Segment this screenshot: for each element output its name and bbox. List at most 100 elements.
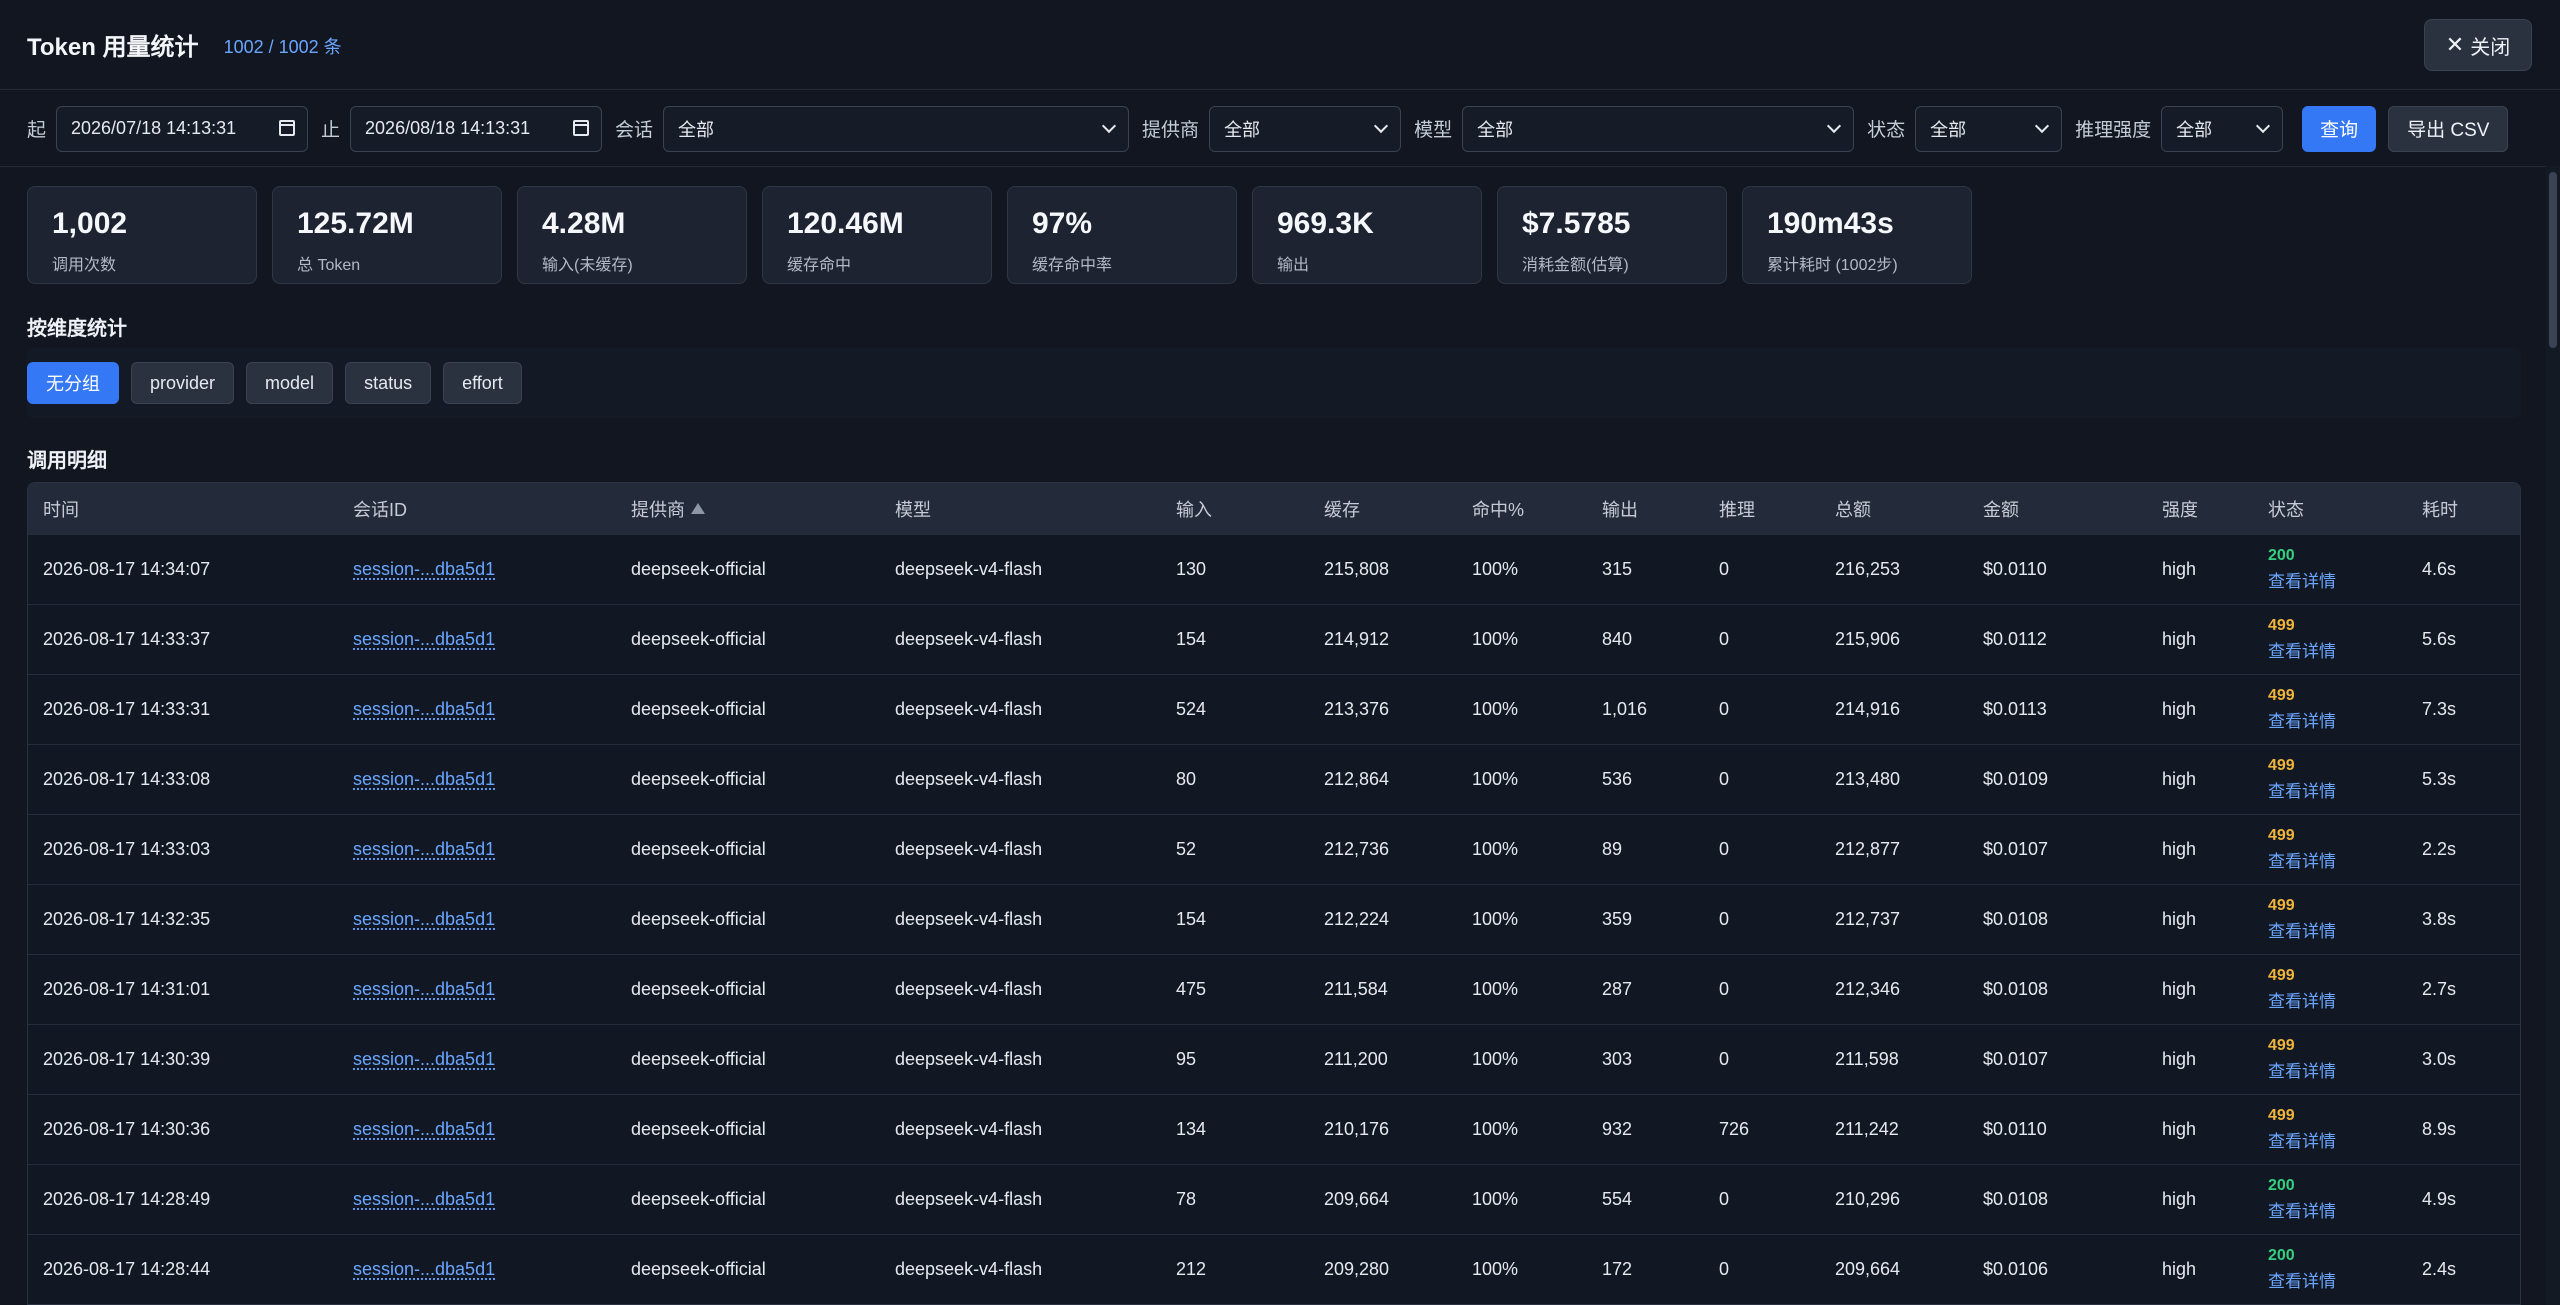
- view-detail-link[interactable]: 查看详情: [2268, 1127, 2336, 1152]
- cell-session-id: session-...dba5d1: [353, 1235, 495, 1304]
- cell-total: 212,346: [1835, 979, 1901, 999]
- session-select[interactable]: 全部: [663, 105, 1130, 152]
- group-status-button[interactable]: status: [345, 362, 432, 404]
- header-col-provider[interactable]: 提供商: [631, 483, 705, 534]
- cell-duration: 4.6s: [2422, 559, 2457, 579]
- header-col-duration[interactable]: 耗时: [2422, 483, 2458, 534]
- session-link[interactable]: session-...dba5d1: [353, 559, 495, 580]
- cell-model: deepseek-v4-flash: [895, 559, 1043, 579]
- cell-duration: 2.7s: [2422, 979, 2457, 999]
- header-col-status[interactable]: 状态: [2268, 483, 2304, 534]
- cell-reasoning: 0: [1719, 629, 1730, 649]
- cell-output: 359: [1602, 909, 1633, 929]
- view-detail-link[interactable]: 查看详情: [2268, 917, 2336, 942]
- header-col-cost[interactable]: 金额: [1983, 483, 2019, 534]
- header-label: 输入: [1176, 499, 1212, 520]
- group-effort-button[interactable]: effort: [443, 362, 522, 404]
- scrollbar-thumb[interactable]: [2549, 172, 2557, 348]
- table-row: 2026-08-17 14:31:01 session-...dba5d1 deep…: [28, 954, 2520, 1024]
- status-code: 200: [2268, 547, 2295, 564]
- session-link[interactable]: session-...dba5d1: [353, 769, 495, 790]
- header-label: 模型: [895, 499, 931, 520]
- export-csv-button[interactable]: 导出 CSV: [2388, 105, 2509, 152]
- view-detail-link[interactable]: 查看详情: [2268, 1197, 2336, 1222]
- group-none-button[interactable]: 无分组: [27, 362, 119, 404]
- session-link[interactable]: session-...dba5d1: [353, 979, 495, 1000]
- effort-select[interactable]: 全部: [2161, 105, 2284, 152]
- view-detail-link[interactable]: 查看详情: [2268, 847, 2336, 872]
- session-link[interactable]: session-...dba5d1: [353, 839, 495, 860]
- header-col-time[interactable]: 时间: [43, 483, 79, 534]
- header-col-hit-rate[interactable]: 命中%: [1472, 483, 1524, 534]
- view-detail-link[interactable]: 查看详情: [2268, 777, 2336, 802]
- cell-reasoning: 0: [1719, 1259, 1730, 1279]
- cell-total: 209,664: [1835, 1259, 1901, 1279]
- cell-provider: deepseek-official: [631, 559, 766, 579]
- status-select[interactable]: 全部: [1915, 105, 2063, 152]
- header-col-cache[interactable]: 缓存: [1324, 483, 1360, 534]
- start-date-label: 起: [27, 120, 47, 141]
- header-col-model[interactable]: 模型: [895, 483, 931, 534]
- header-col-output[interactable]: 输出: [1602, 483, 1638, 534]
- cell-cost: $0.0108: [1983, 909, 2049, 929]
- end-date-value: 2026/08/18 14:13:31: [365, 118, 531, 138]
- group-model-button[interactable]: model: [246, 362, 334, 404]
- session-link[interactable]: session-...dba5d1: [353, 699, 495, 720]
- table-row: 2026-08-17 14:30:36 session-...dba5d1 deep…: [28, 1094, 2520, 1164]
- effort-select-value: 全部: [2176, 119, 2213, 140]
- scrollbar[interactable]: [2546, 166, 2560, 1305]
- header-col-session-id[interactable]: 会话ID: [353, 483, 407, 534]
- cell-provider: deepseek-official: [631, 769, 766, 789]
- view-detail-link[interactable]: 查看详情: [2268, 1057, 2336, 1082]
- cell-provider: deepseek-official: [631, 1189, 766, 1209]
- session-link[interactable]: session-...dba5d1: [353, 629, 495, 650]
- cell-model: deepseek-v4-flash: [895, 699, 1043, 719]
- session-link[interactable]: session-...dba5d1: [353, 1189, 495, 1210]
- query-button[interactable]: 查询: [2302, 105, 2377, 152]
- header-col-reasoning[interactable]: 推理: [1719, 483, 1755, 534]
- cell-cost: $0.0107: [1983, 839, 2049, 859]
- cell-time: 2026-08-17 14:34:07: [43, 559, 211, 579]
- chevron-down-icon: [2256, 118, 2271, 133]
- cell-provider: deepseek-official: [631, 909, 766, 929]
- header-col-effort[interactable]: 强度: [2162, 483, 2198, 534]
- session-link[interactable]: session-...dba5d1: [353, 1259, 495, 1280]
- header-label: 时间: [43, 499, 79, 520]
- cell-session-id: session-...dba5d1: [353, 1025, 495, 1094]
- cell-input: 52: [1176, 839, 1197, 859]
- stat-value: 969.3K: [1277, 207, 1374, 240]
- session-link[interactable]: session-...dba5d1: [353, 1049, 495, 1070]
- close-button[interactable]: ✕ 关闭: [2424, 19, 2532, 71]
- cell-time: 2026-08-17 14:33:31: [43, 699, 211, 719]
- view-detail-link[interactable]: 查看详情: [2268, 707, 2336, 732]
- start-date-input[interactable]: 2026/07/18 14:13:31: [56, 105, 309, 152]
- cell-time: 2026-08-17 14:33:08: [43, 769, 211, 789]
- close-icon: ✕: [2445, 32, 2465, 57]
- header-label: 命中%: [1472, 499, 1525, 520]
- table-body: 2026-08-17 14:34:07 session-...dba5d1 deep…: [28, 534, 2520, 1304]
- header-col-input[interactable]: 输入: [1176, 483, 1212, 534]
- view-detail-link[interactable]: 查看详情: [2268, 637, 2336, 662]
- table-row: 2026-08-17 14:32:35 session-...dba5d1 deep…: [28, 884, 2520, 954]
- view-detail-link[interactable]: 查看详情: [2268, 987, 2336, 1012]
- cell-status: 200 查看详情: [2268, 1165, 2336, 1234]
- provider-label: 提供商: [1142, 120, 1200, 141]
- model-select[interactable]: 全部: [1462, 105, 1855, 152]
- page-title: Token 用量统计: [27, 34, 199, 61]
- cell-total: 212,877: [1835, 839, 1901, 859]
- cell-effort: high: [2162, 1189, 2197, 1209]
- stat-card-input-uncached: 4.28M 输入(未缓存): [517, 186, 747, 284]
- end-date-input[interactable]: 2026/08/18 14:13:31: [350, 105, 603, 152]
- view-detail-link[interactable]: 查看详情: [2268, 1267, 2336, 1292]
- session-link[interactable]: session-...dba5d1: [353, 909, 495, 930]
- cell-duration: 4.9s: [2422, 1189, 2457, 1209]
- session-link[interactable]: session-...dba5d1: [353, 1119, 495, 1140]
- provider-select[interactable]: 全部: [1209, 105, 1402, 152]
- grouping-title: 按维度统计: [27, 318, 127, 340]
- cell-time: 2026-08-17 14:33:37: [43, 629, 211, 649]
- header-col-total[interactable]: 总额: [1835, 483, 1871, 534]
- cell-hit-rate: 100%: [1472, 769, 1519, 789]
- status-code: 499: [2268, 827, 2295, 844]
- group-provider-button[interactable]: provider: [131, 362, 235, 404]
- view-detail-link[interactable]: 查看详情: [2268, 567, 2336, 592]
